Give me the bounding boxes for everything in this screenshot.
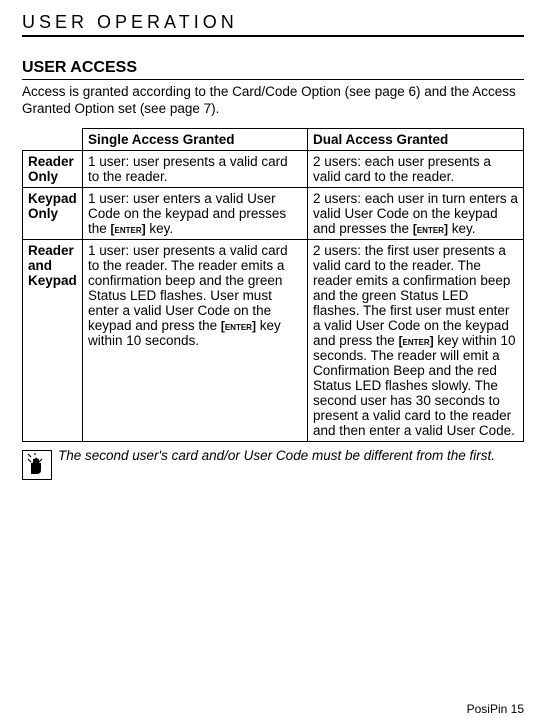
note-text: The second user's card and/or User Code … bbox=[58, 448, 495, 465]
row-header-reader-only: Reader Only bbox=[23, 150, 83, 187]
table-row: Reader and Keypad 1 user: user presents … bbox=[23, 239, 524, 441]
cell-dual: 2 users: each user in turn enters a vali… bbox=[308, 187, 524, 239]
row-label-line: Only bbox=[28, 206, 58, 221]
row-label-line: Keypad bbox=[28, 273, 77, 288]
cell-single: 1 user: user presents a valid card to th… bbox=[83, 150, 308, 187]
row-header-keypad-only: Keypad Only bbox=[23, 187, 83, 239]
enter-key-label: [enter] bbox=[399, 334, 434, 348]
col-header-single: Single Access Granted bbox=[83, 128, 308, 150]
cell-dual: 2 users: the first user presents a valid… bbox=[308, 239, 524, 441]
table-row: Reader Only 1 user: user presents a vali… bbox=[23, 150, 524, 187]
text-frag: key within 10 seconds. The reader will e… bbox=[313, 333, 515, 438]
section-title: USER ACCESS bbox=[22, 59, 524, 80]
chapter-title: USER OPERATION bbox=[22, 12, 524, 37]
table-corner bbox=[23, 128, 83, 150]
text-frag: key. bbox=[448, 221, 476, 236]
cell-single: 1 user: user presents a valid card to th… bbox=[83, 239, 308, 441]
text-frag: key. bbox=[146, 221, 174, 236]
row-label-line: Reader bbox=[28, 243, 74, 258]
cell-dual: 2 users: each user presents a valid card… bbox=[308, 150, 524, 187]
enter-key-label: [enter] bbox=[413, 222, 448, 236]
col-header-dual: Dual Access Granted bbox=[308, 128, 524, 150]
row-header-reader-and-keypad: Reader and Keypad bbox=[23, 239, 83, 441]
row-label-line: and bbox=[28, 258, 52, 273]
row-label-line: Keypad bbox=[28, 191, 77, 206]
cell-single: 1 user: user enters a valid User Code on… bbox=[83, 187, 308, 239]
note-row: The second user's card and/or User Code … bbox=[22, 448, 524, 485]
intro-paragraph: Access is granted according to the Card/… bbox=[22, 84, 524, 118]
page-footer: PosiPin 15 bbox=[22, 692, 524, 716]
enter-key-label: [enter] bbox=[111, 222, 146, 236]
row-label-line: Only bbox=[28, 169, 58, 184]
enter-key-label: [enter] bbox=[221, 319, 256, 333]
row-label-line: Reader bbox=[28, 154, 74, 169]
table-row: Keypad Only 1 user: user enters a valid … bbox=[23, 187, 524, 239]
note-hand-icon bbox=[22, 450, 52, 485]
access-table: Single Access Granted Dual Access Grante… bbox=[22, 128, 524, 442]
